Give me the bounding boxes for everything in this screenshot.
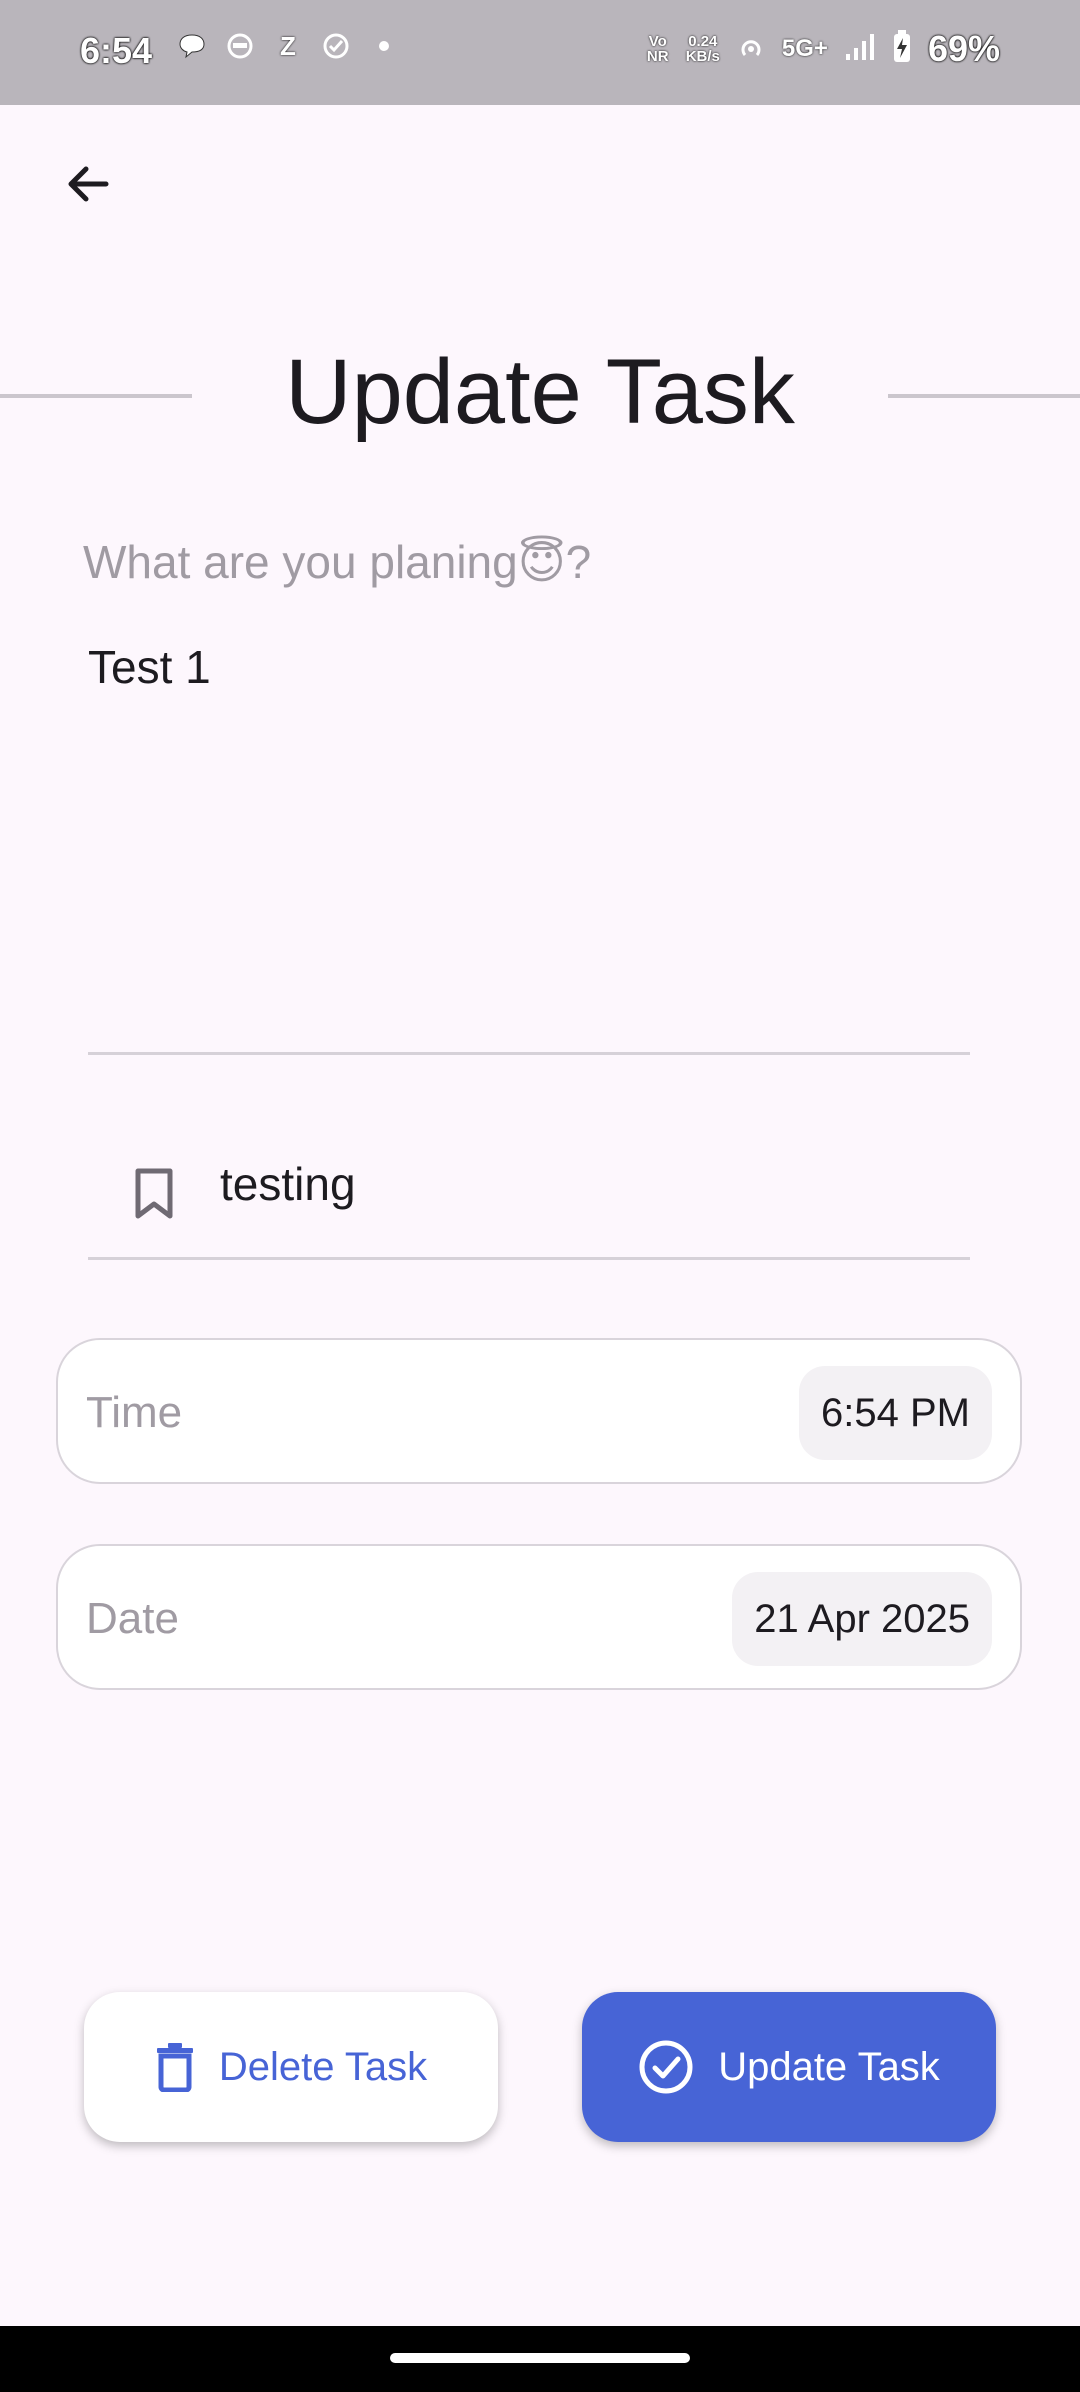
time-label: Time xyxy=(86,1388,183,1437)
data-speed: 0.24 KB/s xyxy=(686,34,720,64)
notification-icons: Z xyxy=(178,30,398,61)
date-field[interactable]: Date 21 Apr 2025 xyxy=(56,1544,1022,1690)
network-type: 5G+ xyxy=(781,35,828,62)
check-circle-icon xyxy=(322,32,350,60)
date-picker-chip[interactable]: 21 Apr 2025 xyxy=(732,1572,992,1666)
arrow-left-icon xyxy=(68,166,109,202)
task-prompt-label: What are you planing😇? xyxy=(83,536,592,588)
trash-icon xyxy=(156,2043,193,2092)
task-input-underline xyxy=(88,1052,970,1055)
check-circle-icon xyxy=(639,2040,693,2094)
status-time: 6:54 xyxy=(80,30,153,71)
delete-task-button[interactable]: Delete Task xyxy=(84,1992,498,2142)
battery-percent: 69% xyxy=(927,28,1000,69)
status-bar: 6:54 Z Vo NR 0.24 KB/s 5G+ 69% xyxy=(0,0,1080,105)
data-speed-unit: KB/s xyxy=(685,48,720,65)
hotspot-icon xyxy=(736,32,766,67)
delete-task-label: Delete Task xyxy=(218,2044,428,2089)
page-title: Update Task xyxy=(285,341,795,443)
dot-icon xyxy=(370,32,398,60)
category-input[interactable]: testing xyxy=(220,1157,356,1211)
update-task-label: Update Task xyxy=(718,2044,940,2089)
time-picker-chip[interactable]: 6:54 PM xyxy=(799,1366,992,1460)
chat-icon xyxy=(178,32,206,60)
helmet-icon xyxy=(226,32,254,60)
update-task-button[interactable]: Update Task xyxy=(582,1992,996,2142)
back-button[interactable] xyxy=(52,148,124,220)
signal-icon xyxy=(844,32,876,67)
volte-indicator: Vo NR xyxy=(646,33,669,65)
category-underline xyxy=(88,1257,970,1260)
bookmark-icon xyxy=(132,1168,176,1220)
system-icons: Vo NR 0.24 KB/s 5G+ 69% xyxy=(646,28,1000,70)
data-speed-value: 0.24 xyxy=(688,33,718,50)
time-field[interactable]: Time 6:54 PM xyxy=(56,1338,1022,1484)
task-title-input[interactable]: Test 1 xyxy=(88,640,211,694)
home-gesture-handle[interactable] xyxy=(390,2353,690,2363)
z-app-icon: Z xyxy=(280,30,296,61)
date-label: Date xyxy=(86,1594,179,1643)
battery-charging-icon xyxy=(892,29,912,69)
